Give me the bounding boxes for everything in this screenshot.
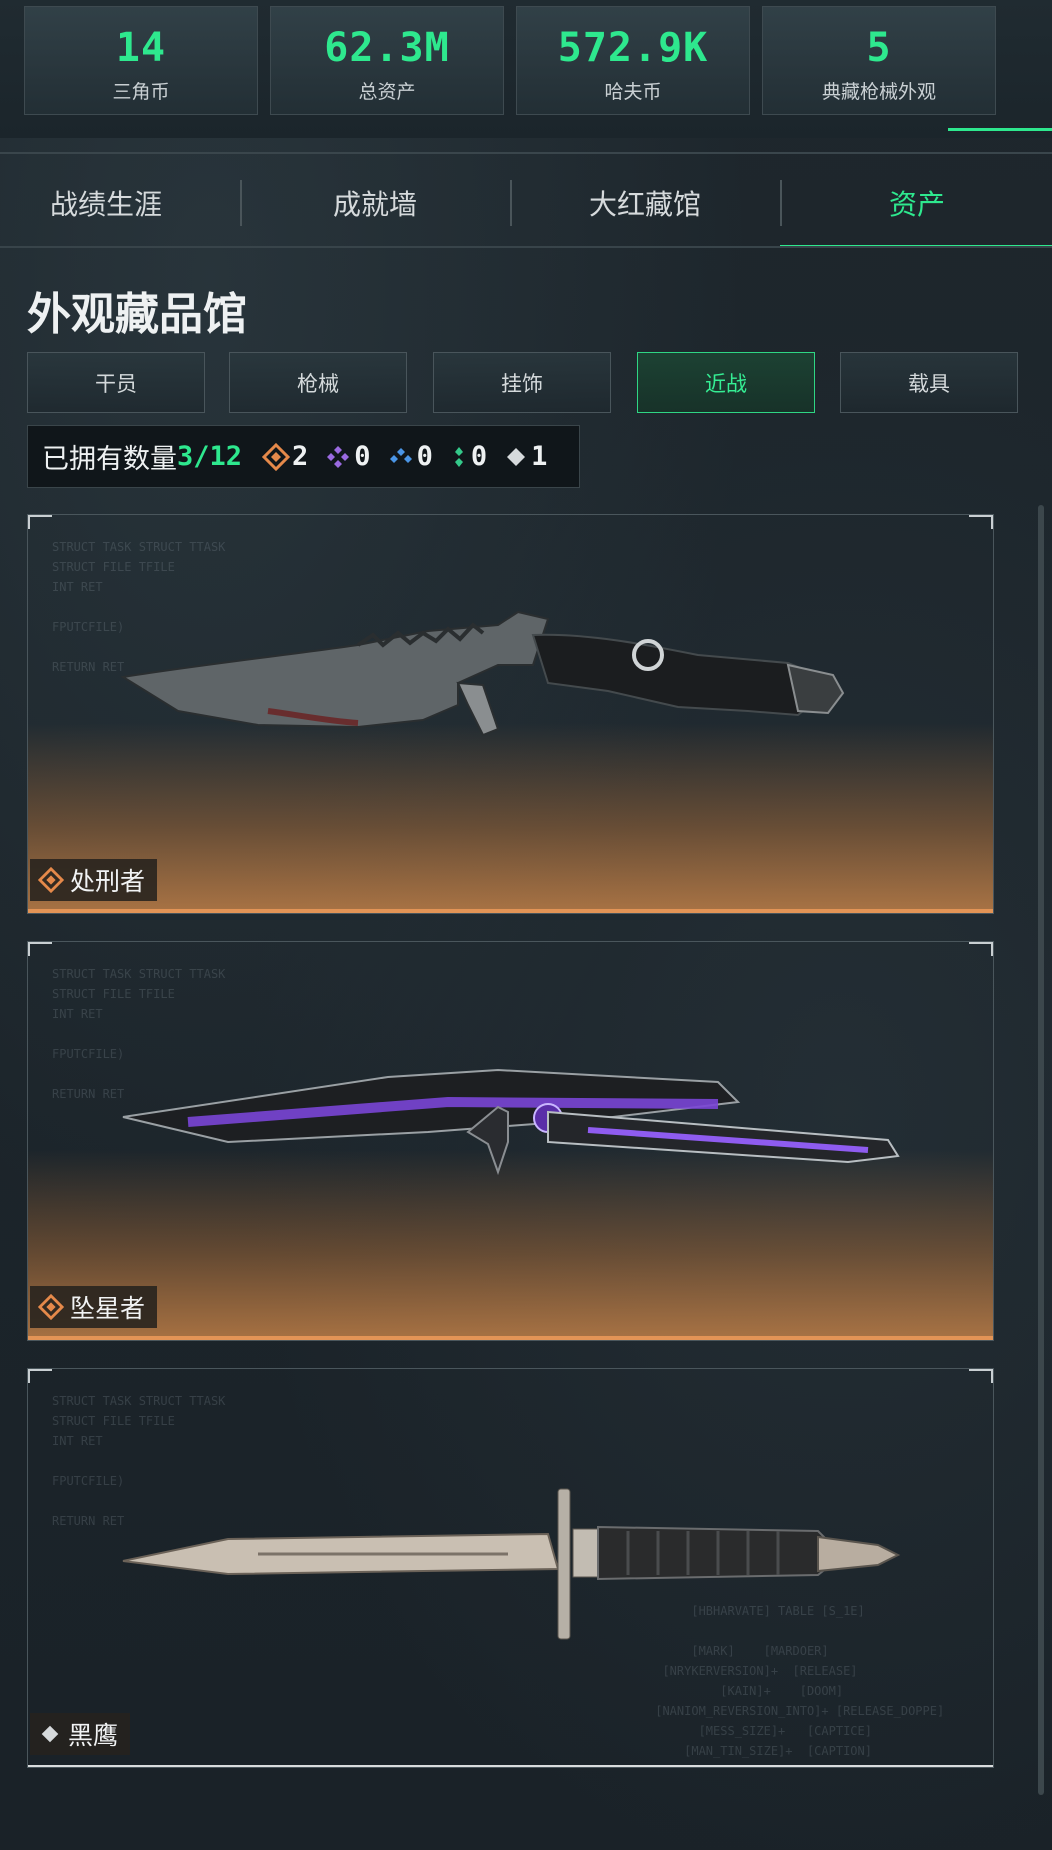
stats-bar: 14 三角币 62.3M 总资产 572.9K 哈夫币 5 典藏枪械外观 [0, 0, 1052, 138]
stat-card-collection-skins: 5 典藏枪械外观 [762, 6, 996, 115]
orange-diamond-icon [262, 442, 291, 471]
stat-value: 5 [866, 25, 892, 71]
owned-label: 已拥有数量 [42, 444, 177, 475]
filter-melee[interactable]: 近战 [637, 352, 815, 413]
tab-achievement-wall[interactable]: 成就墙 [242, 158, 508, 248]
knife-image [120, 610, 845, 737]
stat-value: 572.9K [557, 25, 709, 71]
divider [0, 246, 1052, 248]
rarity-green: 0 [449, 441, 487, 472]
item-card-black-hawk[interactable]: STRUCT TASK STRUCT TTASK STRUCT FILE TFI… [27, 1368, 994, 1768]
divider [0, 152, 1052, 154]
stat-label: 三角币 [112, 81, 170, 103]
tab-career-stats[interactable]: 战绩生涯 [0, 158, 212, 248]
rarity-bar [28, 1336, 993, 1340]
white-diamond-icon [41, 1725, 59, 1743]
item-name-tag: 处刑者 [30, 859, 158, 901]
main-tabs: 战绩生涯 成就墙 大红藏馆 资产 [0, 158, 1052, 248]
rarity-purple: 0 [324, 441, 371, 472]
white-diamond-icon [507, 447, 526, 466]
owned-count: 3/12 [177, 441, 243, 472]
rarity-orange: 2 [262, 441, 308, 472]
stat-card-havoc-coin: 572.9K 哈夫币 [516, 6, 750, 115]
tab-red-collection[interactable]: 大红藏馆 [512, 158, 778, 248]
stat-label: 总资产 [358, 81, 416, 103]
item-name-tag: 黑鹰 [30, 1713, 131, 1755]
stat-value: 14 [115, 25, 167, 71]
owned-count-bar: 已拥有数量 3/12 2 0 0 0 1 [27, 425, 580, 488]
rarity-count: 2 [292, 441, 309, 472]
item-card-executioner[interactable]: STRUCT TASK STRUCT TTASK STRUCT FILE TFI… [27, 514, 994, 914]
stat-label: 典藏枪械外观 [821, 81, 936, 103]
rarity-count: 0 [416, 441, 433, 472]
rarity-white: 1 [503, 441, 547, 472]
stat-card-total-assets: 62.3M 总资产 [270, 6, 504, 115]
knife-image [122, 1068, 900, 1176]
rarity-count: 0 [354, 441, 371, 472]
green-diamond-icon [454, 446, 463, 467]
stat-card-triangle-coin: 14 三角币 [24, 6, 258, 115]
accent-line [948, 128, 1052, 131]
filter-firearms[interactable]: 枪械 [229, 352, 407, 413]
rarity-bar [28, 909, 993, 913]
item-name-tag: 坠星者 [30, 1286, 158, 1328]
item-name: 处刑者 [70, 867, 146, 896]
tab-assets[interactable]: 资产 [782, 158, 1052, 248]
section-title: 外观藏品馆 [27, 289, 247, 340]
category-filters: 干员 枪械 挂饰 近战 载具 [27, 352, 1027, 414]
item-name: 坠星者 [70, 1294, 146, 1323]
filter-vehicles[interactable]: 载具 [840, 352, 1018, 413]
rarity-count: 1 [531, 441, 548, 472]
orange-diamond-icon [38, 867, 64, 893]
orange-diamond-icon [38, 1294, 64, 1320]
knife-image [122, 1488, 901, 1640]
stat-label: 哈夫币 [604, 81, 662, 103]
blue-diamond-icon [389, 447, 412, 463]
filter-operator[interactable]: 干员 [27, 352, 205, 413]
filter-charms[interactable]: 挂饰 [433, 352, 611, 413]
scrollbar[interactable] [1038, 505, 1044, 1795]
rarity-blue: 0 [387, 441, 433, 472]
item-name: 黑鹰 [68, 1721, 119, 1750]
item-card-starfaller[interactable]: STRUCT TASK STRUCT TTASK STRUCT FILE TFI… [27, 941, 994, 1341]
rarity-count: 0 [470, 441, 488, 472]
rarity-bar [28, 1765, 993, 1767]
purple-diamond-icon [327, 445, 350, 468]
stat-value: 62.3M [324, 25, 450, 71]
